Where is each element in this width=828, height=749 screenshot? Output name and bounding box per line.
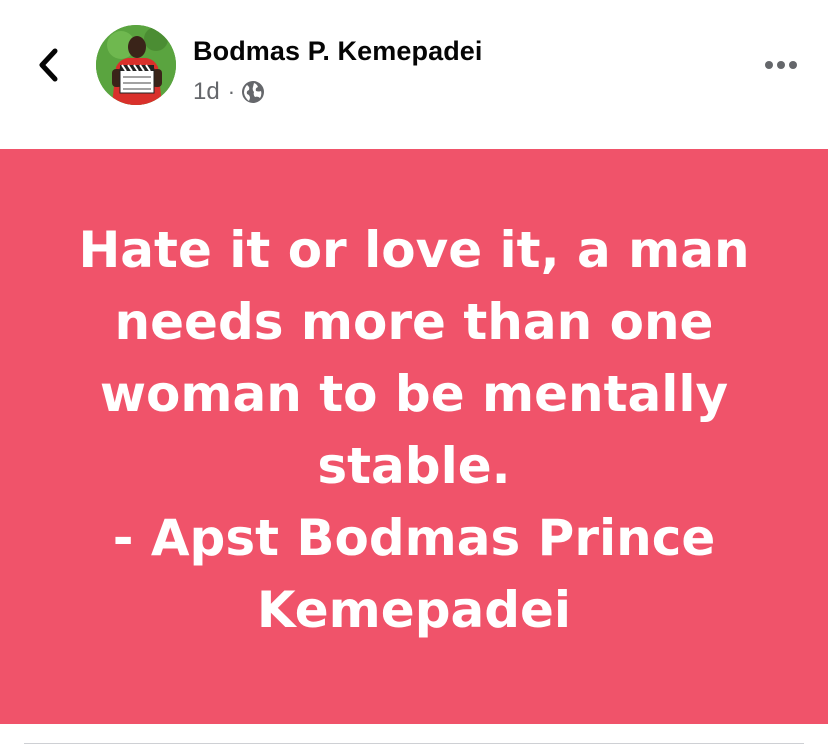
- post-meta: 1d ·: [193, 78, 265, 106]
- meta-separator: ·: [227, 79, 236, 104]
- post-view: Bodmas P. Kemepadei 1d · Hate it or love…: [0, 0, 828, 749]
- author-name[interactable]: Bodmas P. Kemepadei: [193, 36, 483, 67]
- chevron-left-icon: [39, 48, 58, 82]
- post-background[interactable]: Hate it or love it, a man needs more tha…: [0, 149, 828, 724]
- globe-icon[interactable]: [241, 80, 265, 104]
- post-header: Bodmas P. Kemepadei 1d ·: [0, 0, 828, 149]
- profile-photo: [96, 25, 176, 105]
- back-button[interactable]: [28, 42, 68, 88]
- post-text: Hate it or love it, a man needs more tha…: [78, 220, 750, 639]
- divider: [24, 743, 804, 744]
- more-horizontal-icon: [765, 61, 797, 69]
- more-options-button[interactable]: [756, 50, 806, 80]
- post-timestamp[interactable]: 1d: [193, 78, 220, 106]
- avatar[interactable]: [96, 25, 176, 105]
